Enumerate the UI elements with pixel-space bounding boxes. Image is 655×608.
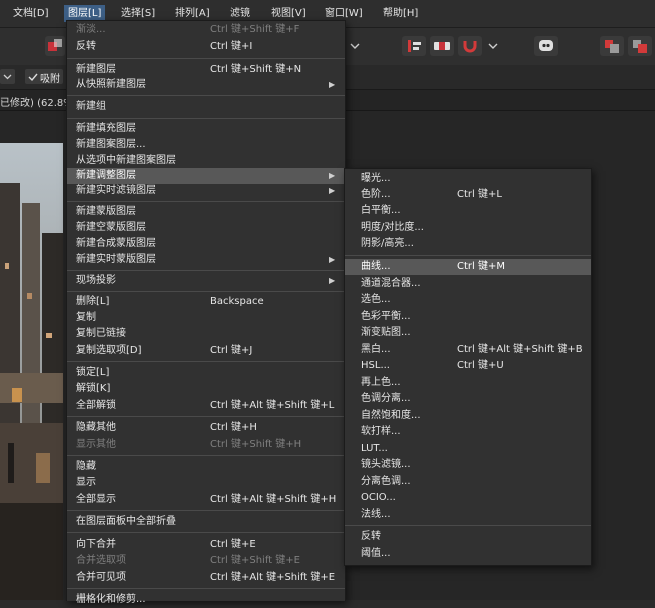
submenu-item-normals[interactable]: 法线...: [345, 507, 591, 523]
menu-help[interactable]: 帮助[H]: [382, 6, 419, 21]
submenu-item-invert[interactable]: 反转: [345, 529, 591, 545]
submenu-item-gradient-map[interactable]: 渐变贴图...: [345, 325, 591, 341]
menu-item-duplicate[interactable]: 复制: [67, 310, 345, 326]
check-icon: [28, 73, 38, 82]
menu-item-delete[interactable]: 删除[L] Backspace: [67, 294, 345, 310]
menu-item-duplicate-selection[interactable]: 复制选取项[D] Ctrl 键+J: [67, 343, 345, 359]
menu-item-hide[interactable]: 隐藏: [67, 459, 345, 475]
menu-item-fade[interactable]: 渐淡... Ctrl 键+Shift 键+F: [67, 22, 345, 38]
submenu-arrow-icon: ▶: [329, 80, 336, 89]
menu-item-new-pattern-from-selection[interactable]: 从选项中新建图案图层: [67, 153, 345, 169]
submenu-item-exposure[interactable]: 曝光...: [345, 171, 591, 187]
menu-item-hide-others[interactable]: 隐藏其他 Ctrl 键+H: [67, 420, 345, 436]
menu-item-new-group[interactable]: 新建组: [67, 99, 345, 115]
menu-separator: [67, 416, 345, 417]
menu-separator: [345, 525, 591, 526]
menu-item-new-layer-from-snapshot[interactable]: 从快照新建图层 ▶: [67, 77, 345, 93]
submenu-item-vibrance[interactable]: 自然饱和度...: [345, 408, 591, 424]
snapping-magnet-icon[interactable]: [458, 36, 482, 56]
menu-item-merge-visible[interactable]: 合并可见项 Ctrl 键+Alt 键+Shift 键+E: [67, 570, 345, 586]
document-tab-title: 已修改) (62.8%: [0, 98, 73, 109]
menu-item-new-empty-mask-layer[interactable]: 新建空蒙版图层: [67, 220, 345, 236]
menu-view[interactable]: 视图[V]: [270, 6, 307, 21]
persona-icon[interactable]: [45, 36, 65, 56]
menu-arrange[interactable]: 排列[A]: [174, 6, 211, 21]
assistant-icon[interactable]: [534, 36, 558, 56]
menu-window[interactable]: 窗口[W]: [324, 6, 364, 21]
snapping-chevron-icon[interactable]: [486, 36, 500, 56]
menu-item-live-projection[interactable]: 现场投影 ▶: [67, 273, 345, 289]
align-icon[interactable]: [402, 36, 426, 56]
canvas-photo: [0, 143, 63, 600]
menu-separator: [67, 291, 345, 292]
menu-item-new-layer[interactable]: 新建图层 Ctrl 键+Shift 键+N: [67, 62, 345, 78]
arrange-front-icon[interactable]: [628, 36, 652, 56]
submenu-item-lens-filter[interactable]: 镜头滤镜...: [345, 457, 591, 473]
submenu-item-posterize[interactable]: 色调分离...: [345, 391, 591, 407]
layer-menu: 渐淡... Ctrl 键+Shift 键+F 反转 Ctrl 键+I 新建图层 Ctr…: [66, 20, 346, 605]
menu-separator: [67, 95, 345, 96]
menu-separator: [67, 118, 345, 119]
submenu-arrow-icon: ▶: [329, 276, 336, 285]
menu-item-show-all[interactable]: 全部显示 Ctrl 键+Alt 键+Shift 键+H: [67, 492, 345, 508]
context-dropdown[interactable]: [0, 69, 15, 84]
menu-item-invert[interactable]: 反转 Ctrl 键+I: [67, 39, 345, 55]
menu-item-rasterize-trim[interactable]: 栅格化和修剪...: [67, 592, 345, 608]
menu-item-new-pattern-layer[interactable]: 新建图案图层...: [67, 137, 345, 153]
submenu-item-black-white[interactable]: 黑白... Ctrl 键+Alt 键+Shift 键+B: [345, 342, 591, 358]
menu-separator: [67, 588, 345, 589]
menu-item-show[interactable]: 显示: [67, 475, 345, 491]
menu-item-new-compound-mask-layer[interactable]: 新建合成蒙版图层: [67, 236, 345, 252]
menu-item-new-adjustment-layer[interactable]: 新建调整图层 ▶: [67, 168, 345, 184]
menu-separator: [67, 270, 345, 271]
submenu-item-shadows-highlights[interactable]: 阴影/高亮...: [345, 236, 591, 252]
menu-separator: [67, 361, 345, 362]
submenu-item-white-balance[interactable]: 白平衡...: [345, 203, 591, 219]
menu-separator: [67, 58, 345, 59]
submenu-item-lut[interactable]: LUT...: [345, 441, 591, 457]
menu-item-unlock-all[interactable]: 全部解锁 Ctrl 键+Alt 键+Shift 键+L: [67, 398, 345, 414]
menu-item-new-live-filter-layer[interactable]: 新建实时滤镜图层 ▶: [67, 183, 345, 199]
menu-filters[interactable]: 滤镜: [229, 6, 251, 21]
submenu-item-brightness-contrast[interactable]: 明度/对比度...: [345, 220, 591, 236]
submenu-arrow-icon: ▶: [329, 171, 336, 180]
submenu-item-color-balance[interactable]: 色彩平衡...: [345, 309, 591, 325]
submenu-item-curves[interactable]: 曲线... Ctrl 键+M: [345, 259, 591, 275]
menu-separator: [67, 201, 345, 202]
menu-separator: [67, 455, 345, 456]
menu-item-unlock[interactable]: 解锁[K]: [67, 381, 345, 397]
menu-item-collapse-all[interactable]: 在图层面板中全部折叠: [67, 514, 345, 530]
menu-item-new-live-mask-layer[interactable]: 新建实时蒙版图层 ▶: [67, 252, 345, 268]
menu-separator: [67, 510, 345, 511]
submenu-item-levels[interactable]: 色阶... Ctrl 键+L: [345, 187, 591, 203]
submenu-item-split-toning[interactable]: 分离色调...: [345, 474, 591, 490]
submenu-item-channel-mixer[interactable]: 通道混合器...: [345, 276, 591, 292]
menu-separator: [345, 255, 591, 256]
menu-document[interactable]: 文档[D]: [12, 6, 50, 21]
submenu-item-soft-proof[interactable]: 软打样...: [345, 424, 591, 440]
menu-separator: [67, 532, 345, 533]
snap-label: 吸附: [40, 74, 60, 85]
menu-item-merge-selected[interactable]: 合并选取项 Ctrl 键+Shift 键+E: [67, 553, 345, 569]
menu-item-new-mask-layer[interactable]: 新建蒙版图层: [67, 204, 345, 220]
menu-item-show-others[interactable]: 显示其他 Ctrl 键+Shift 键+H: [67, 437, 345, 453]
submenu-item-threshold[interactable]: 阈值...: [345, 546, 591, 562]
dropdown-chevron-icon[interactable]: [348, 36, 362, 56]
adjustment-submenu: 曝光... 色阶... Ctrl 键+L 白平衡... 明度/对比度... 阴影/…: [344, 168, 592, 566]
toggle-mask-icon[interactable]: [430, 36, 454, 56]
submenu-arrow-icon: ▶: [329, 255, 336, 264]
submenu-arrow-icon: ▶: [329, 186, 336, 195]
menu-item-new-fill-layer[interactable]: 新建填充图层: [67, 121, 345, 137]
menu-item-lock[interactable]: 锁定[L]: [67, 365, 345, 381]
snap-toggle[interactable]: 吸附: [25, 69, 63, 85]
submenu-item-ocio[interactable]: OCIO...: [345, 490, 591, 506]
submenu-item-recolor[interactable]: 再上色...: [345, 375, 591, 391]
submenu-item-hsl[interactable]: HSL... Ctrl 键+U: [345, 358, 591, 374]
arrange-back-icon[interactable]: [600, 36, 624, 56]
submenu-item-selective-color[interactable]: 选色...: [345, 292, 591, 308]
menu-select[interactable]: 选择[S]: [120, 6, 156, 21]
menu-item-duplicate-linked[interactable]: 复制已链接: [67, 326, 345, 342]
menu-item-merge-down[interactable]: 向下合并 Ctrl 键+E: [67, 537, 345, 553]
